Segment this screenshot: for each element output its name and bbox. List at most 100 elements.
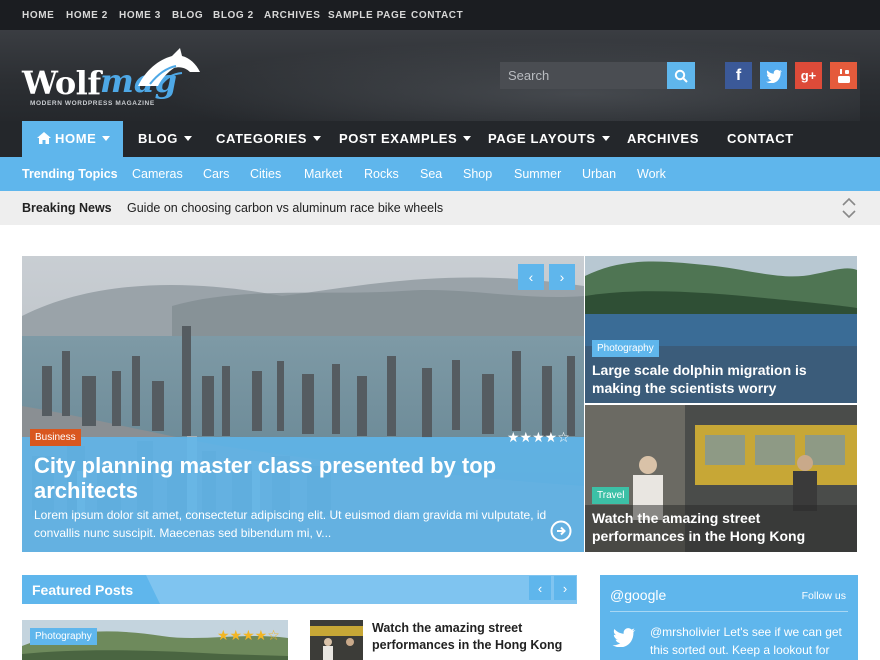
featured-post-title[interactable]: Watch the amazing street performances in… (372, 620, 572, 654)
trending-link-summer[interactable]: Summer (514, 167, 561, 181)
nav-background-right (858, 121, 880, 157)
trending-link-cities[interactable]: Cities (250, 167, 281, 181)
nav-post-examples-label: POST EXAMPLES (339, 131, 458, 146)
hero-slide[interactable]: ‹ › Business ★★★★☆ City planning master … (22, 256, 584, 552)
nav-contact-label: CONTACT (727, 131, 794, 146)
trending-link-sea[interactable]: Sea (420, 167, 442, 181)
wolf-head-icon (138, 48, 200, 87)
nav-item-archives[interactable]: ARCHIVES (627, 121, 699, 157)
nav-item-blog[interactable]: BLOG (138, 121, 192, 157)
featured-posts-title: Featured Posts (32, 582, 134, 598)
search-button[interactable] (667, 62, 695, 89)
nav-blog-label: BLOG (138, 131, 178, 146)
trending-link-cars[interactable]: Cars (203, 167, 229, 181)
logo-wolf-text: Wolf (22, 64, 101, 102)
nav-categories-label: CATEGORIES (216, 131, 307, 146)
hero-category-badge[interactable]: Business (30, 429, 81, 446)
twitter-widget: @google Follow us @mrsholivier Let's see… (600, 575, 858, 660)
google-plus-icon: g+ (800, 68, 817, 83)
twitter-button[interactable] (760, 62, 787, 89)
side-post-title[interactable]: Watch the amazing street performances in… (592, 509, 850, 545)
top-link-home-2[interactable]: HOME 2 (66, 10, 108, 21)
top-link-sample-page[interactable]: SAMPLE PAGE (328, 10, 407, 21)
nav-item-post-examples[interactable]: POST EXAMPLES (339, 121, 472, 157)
chevron-left-icon: ‹ (537, 580, 543, 596)
follow-us-link[interactable]: Follow us (802, 590, 846, 602)
site-header: Wolf mag MODERN WORDPRESS MAGAZINE f g+ (0, 30, 880, 121)
facebook-button[interactable]: f (725, 62, 752, 89)
featured-header-strip (146, 575, 577, 604)
side-post-dolphins[interactable]: Photography Large scale dolphin migratio… (585, 256, 857, 403)
widget-divider (610, 611, 848, 612)
featured-next-button[interactable]: › (554, 576, 576, 600)
home-icon (37, 131, 51, 144)
chevron-down-icon (183, 136, 192, 142)
top-link-blog-2[interactable]: BLOG 2 (213, 10, 254, 21)
top-link-home[interactable]: HOME (22, 10, 54, 21)
tweet-text: @mrsholivier Let's see if we can get thi… (650, 625, 842, 657)
main-navigation: HOME BLOG CATEGORIES POST EXAMPLES PAGE … (22, 121, 858, 157)
top-link-contact[interactable]: CONTACT (411, 10, 463, 21)
breaking-news-bar: Breaking News Guide on choosing carbon v… (0, 191, 880, 225)
featured-prev-button[interactable]: ‹ (529, 576, 551, 600)
nav-page-layouts-label: PAGE LAYOUTS (488, 131, 596, 146)
hero-prev-button[interactable]: ‹ (518, 264, 544, 290)
trending-label: Trending Topics (22, 167, 118, 181)
trending-topics-bar: Trending Topics Cameras Cars Cities Mark… (0, 157, 880, 191)
chevron-down-icon (463, 136, 472, 142)
chevron-down-icon (102, 136, 111, 142)
chevron-left-icon: ‹ (528, 269, 534, 285)
nav-item-contact[interactable]: CONTACT (727, 121, 794, 157)
chevron-right-icon: › (562, 580, 568, 596)
nav-home-label: HOME (55, 131, 97, 146)
nav-item-home[interactable]: HOME (22, 121, 123, 157)
youtube-button[interactable] (830, 62, 857, 89)
trending-link-rocks[interactable]: Rocks (364, 167, 399, 181)
featured-posts-header: Featured Posts (22, 575, 577, 604)
featured-post-category-badge[interactable]: Photography (30, 628, 97, 645)
chevron-down-icon (313, 136, 321, 142)
search-icon (674, 69, 688, 83)
top-link-archives[interactable]: ARCHIVES (264, 10, 320, 21)
featured-post-thumbnail[interactable]: Photography ★★★★☆ (22, 620, 288, 660)
breaking-news-label: Breaking News (22, 201, 112, 215)
top-link-blog[interactable]: BLOG (172, 10, 203, 21)
hero-excerpt: Lorem ipsum dolor sit amet, consectetur … (34, 508, 547, 540)
nav-item-categories[interactable]: CATEGORIES (216, 121, 321, 157)
chevron-right-icon: › (559, 269, 565, 285)
side-post-category-badge[interactable]: Travel (592, 487, 630, 504)
side-post-title[interactable]: Large scale dolphin migration is making … (592, 361, 850, 397)
google-plus-button[interactable]: g+ (795, 62, 822, 89)
twitter-bird-icon (612, 628, 636, 647)
chevron-down-icon (601, 136, 610, 142)
chevron-up-icon[interactable] (842, 197, 856, 206)
trending-link-urban[interactable]: Urban (582, 167, 616, 181)
twitter-icon (765, 69, 782, 83)
hero-next-button[interactable]: › (549, 264, 575, 290)
nav-item-page-layouts[interactable]: PAGE LAYOUTS (488, 121, 610, 157)
logo-tagline: MODERN WORDPRESS MAGAZINE (30, 100, 155, 107)
trending-link-market[interactable]: Market (304, 167, 342, 181)
ticker-arrows (842, 197, 856, 219)
nav-archives-label: ARCHIVES (627, 131, 699, 146)
facebook-icon: f (735, 66, 742, 84)
read-more-arrow-icon[interactable] (550, 520, 572, 542)
chevron-down-icon[interactable] (842, 210, 856, 219)
hero-title[interactable]: City planning master class presented by … (34, 453, 554, 503)
trending-link-shop[interactable]: Shop (463, 167, 492, 181)
side-post-street[interactable]: Travel Watch the amazing street performa… (585, 405, 857, 552)
nav-background-left (0, 121, 22, 157)
featured-post-small-photo (310, 620, 363, 660)
featured-post-small-thumbnail[interactable] (310, 620, 363, 660)
featured-post-rating-stars: ★★★★☆ (217, 627, 280, 643)
trending-link-cameras[interactable]: Cameras (132, 167, 183, 181)
trending-link-work[interactable]: Work (637, 167, 666, 181)
twitter-widget-title: @google (610, 587, 667, 603)
side-post-category-badge[interactable]: Photography (592, 340, 659, 357)
top-link-home-3[interactable]: HOME 3 (119, 10, 161, 21)
site-logo[interactable]: Wolf mag MODERN WORDPRESS MAGAZINE (22, 48, 202, 110)
hero-rating-stars: ★★★★☆ (507, 429, 570, 445)
search-input[interactable] (500, 62, 668, 89)
breaking-news-headline[interactable]: Guide on choosing carbon vs aluminum rac… (127, 201, 443, 215)
top-bar: HOME HOME 2 HOME 3 BLOG BLOG 2 ARCHIVES … (0, 0, 880, 30)
